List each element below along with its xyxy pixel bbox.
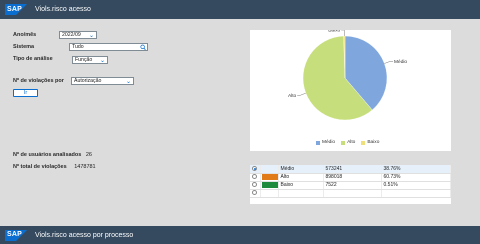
sap-logo: SAP (5, 229, 27, 241)
row-percent (381, 189, 451, 198)
analysis-value: Função (75, 57, 93, 63)
violations-stat: Nº total de violações 1478781 (13, 164, 96, 170)
chart-legend: Médio Alto Baixo (316, 140, 379, 145)
users-stat: Nº de usuários analisados 26 (13, 152, 92, 158)
app-title: Viols.risco acesso (35, 6, 91, 13)
row-count: 898018 (323, 173, 382, 182)
leader-line (384, 61, 394, 64)
legend-item-alto: Alto (341, 140, 355, 145)
row-category: Baixo (278, 181, 324, 190)
violations-by-label: Nº de violações por (13, 78, 64, 84)
pie-label: Alto (288, 93, 297, 99)
legend-label: Alto (347, 140, 356, 145)
analysis-select[interactable]: Função ⌄ (72, 56, 108, 64)
period-select[interactable]: 2022/09 ⌄ (59, 31, 97, 39)
row-color-cell (260, 165, 279, 174)
row-count (323, 189, 382, 198)
row-count: 7522 (323, 181, 382, 190)
legend-item-baixo: Baixo (361, 140, 379, 145)
legend-swatch (361, 140, 366, 145)
row-percent: 0.51% (381, 181, 451, 190)
radio-button[interactable] (252, 182, 258, 188)
data-table-panel: Médio 573241 38.76% Alto 898018 60.73% B… (250, 165, 451, 204)
shell-footer: SAP Viols.risco acesso por processo (0, 226, 480, 244)
pie-chart-panel: Médio Alto Baixo Médio Alto Baixo (250, 28, 451, 151)
pie-label: Baixo (328, 30, 340, 34)
row-count: 573241 (323, 165, 382, 174)
row-radio[interactable] (250, 181, 261, 190)
legend-label: Médio (322, 140, 336, 145)
leader-line (341, 29, 345, 37)
logo-text: SAP (7, 231, 22, 238)
footer-title: Viols.risco acesso por processo (35, 231, 134, 239)
violations-total-label: Nº total de violações (13, 164, 67, 170)
row-radio[interactable] (250, 165, 261, 174)
row-color-cell (260, 189, 279, 198)
row-category (278, 189, 324, 198)
legend-swatch (341, 140, 346, 145)
shell-header: SAP Viols.risco acesso (0, 0, 480, 19)
period-label: Ano/mês (13, 32, 37, 38)
chevron-down-icon[interactable]: ⌄ (126, 78, 131, 85)
system-value: Tudo (72, 44, 84, 50)
legend-item-medio: Médio (316, 140, 335, 145)
pie-label: Médio (394, 59, 407, 65)
row-radio[interactable] (250, 189, 261, 198)
leader-line (297, 92, 306, 96)
chevron-down-icon[interactable]: ⌄ (100, 57, 105, 64)
row-percent: 60.73% (381, 173, 451, 182)
radio-button[interactable] (252, 190, 258, 196)
row-color-cell (260, 181, 279, 190)
users-value: 26 (85, 152, 92, 158)
row-color-cell (260, 173, 279, 182)
users-label: Nº de usuários analisados (13, 152, 82, 158)
table-row[interactable]: Médio 573241 38.76% (250, 165, 451, 174)
row-radio[interactable] (250, 173, 261, 182)
row-category: Médio (278, 165, 324, 174)
violations-by-value: Autorização (74, 78, 102, 84)
system-input[interactable]: Tudo (69, 43, 148, 51)
pie-chart: Médio Alto Baixo (288, 28, 407, 121)
period-value: 2022/09 (62, 32, 81, 38)
search-icon[interactable] (140, 44, 146, 53)
logo-text: SAP (7, 5, 22, 13)
sap-logo: SAP (5, 4, 27, 15)
table-row[interactable] (250, 189, 451, 198)
row-percent: 38.76% (381, 165, 451, 174)
radio-button[interactable] (252, 174, 258, 180)
table-row[interactable]: Alto 898018 60.73% (250, 173, 451, 182)
color-box (261, 181, 278, 189)
color-box (261, 173, 278, 181)
violations-total-value: 1478781 (74, 164, 96, 170)
chevron-down-icon[interactable]: ⌄ (89, 32, 94, 39)
radio-button[interactable] (252, 165, 258, 171)
go-button[interactable]: Ir (13, 89, 38, 97)
violations-by-select[interactable]: Autorização ⌄ (71, 77, 134, 85)
legend-swatch (316, 140, 320, 145)
analysis-label: Tipo de análise (13, 56, 53, 62)
table-row[interactable]: Baixo 7522 0.51% (250, 181, 451, 190)
data-table: Médio 573241 38.76% Alto 898018 60.73% B… (250, 165, 451, 198)
legend-label: Baixo (367, 140, 380, 145)
row-category: Alto (278, 173, 324, 182)
system-label: Sistema (13, 44, 35, 50)
